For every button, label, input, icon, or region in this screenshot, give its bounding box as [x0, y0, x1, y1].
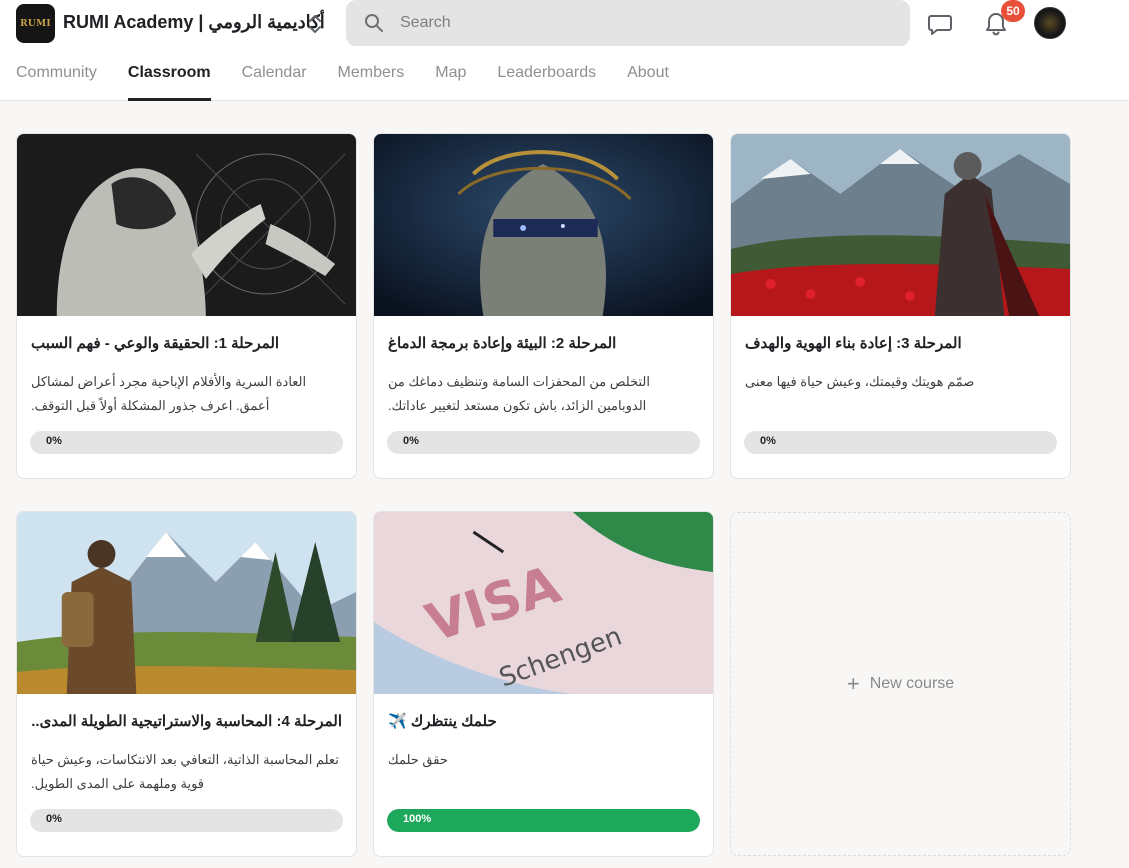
course-card[interactable]: VISA Schengen حلمك ينتظرك ✈️ حقق حلمك 10… [373, 511, 714, 857]
course-card[interactable]: المرحلة 1: الحقيقة والوعي - فهم السبب ال… [16, 133, 357, 479]
search-icon [365, 14, 383, 32]
course-thumbnail-knight[interactable] [731, 134, 1070, 316]
notification-badge[interactable]: 50 [1001, 0, 1025, 22]
tab-leaderboards[interactable]: Leaderboards [497, 64, 596, 101]
progress-label: 0% [403, 435, 419, 447]
progress-fill [387, 809, 700, 832]
logo[interactable]: RUMI [16, 4, 55, 43]
course-card[interactable]: المرحلة 3: إعادة بناء الهوية والهدف صمّم… [730, 133, 1071, 479]
progress-label: 100% [403, 813, 432, 825]
course-thumbnail-hooded-figure[interactable] [17, 134, 356, 316]
course-thumbnail-statue[interactable] [374, 134, 713, 316]
course-card[interactable]: المرحلة 2: البيئة وإعادة برمجة الدماغ ال… [373, 133, 714, 479]
progress-label: 0% [760, 435, 776, 447]
plus-icon: + [846, 671, 860, 696]
course-description: حقق حلمك [388, 752, 448, 767]
tab-members[interactable]: Members [338, 64, 405, 101]
course-title[interactable]: المرحلة 2: البيئة وإعادة برمجة الدماغ [388, 334, 699, 352]
course-thumbnail-hiker[interactable] [17, 512, 356, 694]
course-description: التخلص من المحفزات السامة وتنظيف دماغك م… [388, 374, 650, 413]
chat-icon[interactable] [926, 10, 954, 38]
course-card[interactable]: المرحلة 4: المحاسبة والاستراتيجية الطويل… [16, 511, 357, 857]
course-title[interactable]: المرحلة 1: الحقيقة والوعي - فهم السبب [31, 334, 342, 352]
nav-tabs: Community Classroom Calendar Members Map… [16, 64, 700, 101]
top-header: RUMI RUMI Academy | أكاديمية الرومي 50 C… [0, 0, 1129, 101]
tab-calendar[interactable]: Calendar [242, 64, 307, 101]
tab-about[interactable]: About [627, 64, 669, 101]
course-description: تعلم المحاسبة الذاتية، التعافي بعد الانت… [31, 752, 339, 791]
logo-text: RUMI [20, 18, 51, 29]
course-progress: 0% [30, 431, 343, 454]
tab-community[interactable]: Community [16, 64, 97, 101]
course-description: العادة السرية والأفلام الإباحية مجرد أعر… [31, 374, 307, 413]
search-bar[interactable] [346, 0, 910, 46]
avatar[interactable] [1034, 7, 1066, 39]
course-progress: 0% [30, 809, 343, 832]
tab-map[interactable]: Map [435, 64, 466, 101]
course-title[interactable]: المرحلة 4: المحاسبة والاستراتيجية الطويل… [31, 712, 342, 730]
search-input[interactable] [400, 11, 880, 35]
group-switcher-icon[interactable] [306, 12, 324, 36]
app-title[interactable]: RUMI Academy | أكاديمية الرومي [63, 12, 325, 33]
course-title[interactable]: المرحلة 3: إعادة بناء الهوية والهدف [745, 334, 1056, 352]
progress-label: 0% [46, 435, 62, 447]
course-progress: 0% [744, 431, 1057, 454]
new-course-button[interactable]: + New course [730, 512, 1071, 856]
course-description: صمّم هويتك وقيمتك، وعيش حياة فيها معنى [745, 374, 975, 389]
tab-classroom[interactable]: Classroom [127, 64, 211, 101]
course-progress: 100% [387, 809, 700, 832]
course-title[interactable]: حلمك ينتظرك ✈️ [388, 712, 699, 730]
course-progress: 0% [387, 431, 700, 454]
new-course-label: New course [869, 675, 955, 692]
course-thumbnail-visa[interactable]: VISA Schengen [374, 512, 713, 694]
progress-label: 0% [46, 813, 62, 825]
